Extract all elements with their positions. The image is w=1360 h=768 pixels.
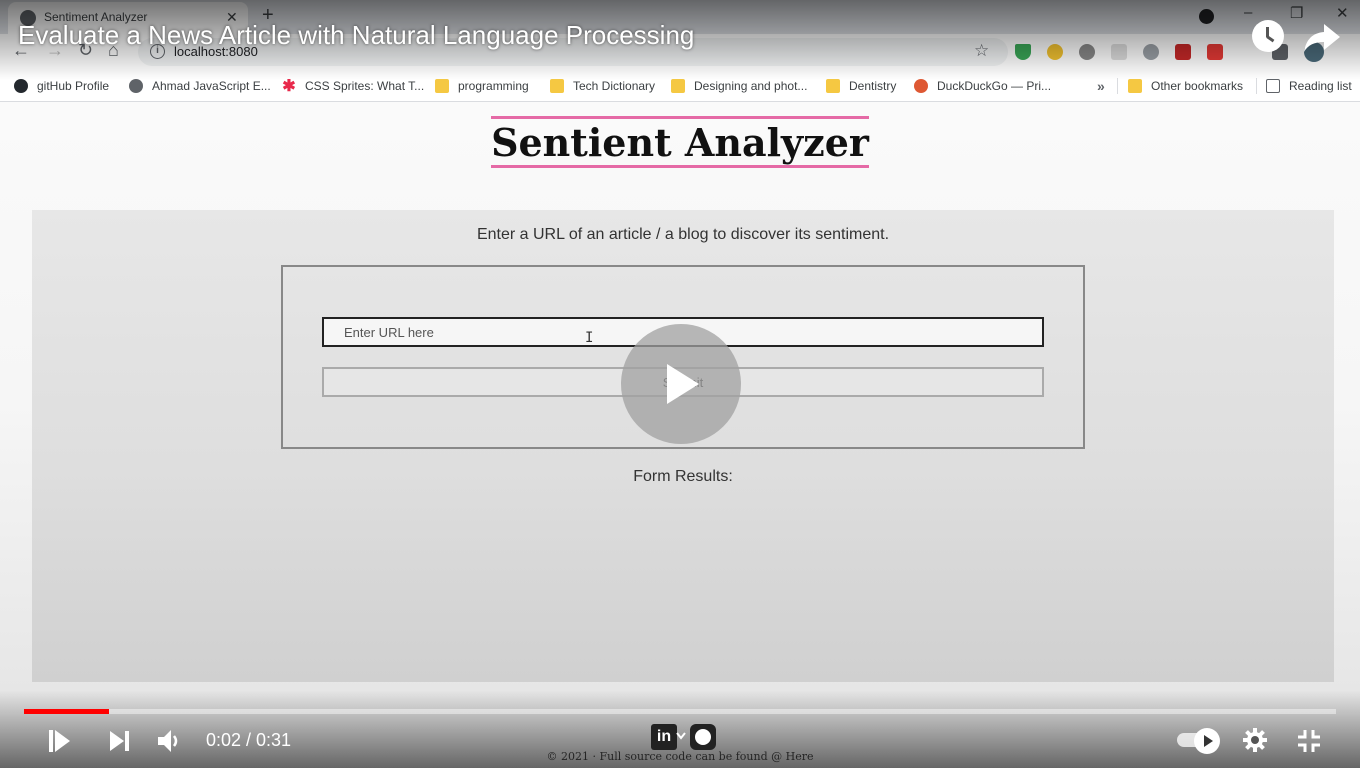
bookmarks-divider [1256,78,1257,94]
time-display: 0:02 / 0:31 [206,730,292,750]
duckduckgo-icon [914,79,928,93]
autoplay-play-icon[interactable] [1194,728,1220,754]
other-bookmarks[interactable]: Other bookmarks [1128,77,1243,95]
chevron-down-icon[interactable] [676,732,686,740]
page-title-text: Sentient Analyzer [491,116,869,168]
form-results-label: Form Results: [633,468,733,485]
bookmark-item[interactable]: programming [435,77,529,95]
video-title[interactable]: Evaluate a News Article with Natural Lan… [18,20,694,51]
extension-icon[interactable] [1143,44,1159,60]
bookmark-item[interactable]: ✱ CSS Sprites: What T... [282,77,424,95]
bookmarks-bar: gitHub Profile Ahmad JavaScript E... ✱ C… [0,70,1360,102]
progress-played [24,709,110,714]
more-bookmarks-icon[interactable]: » [1097,78,1105,94]
bookmark-item[interactable]: Tech Dictionary [550,77,655,95]
github-icon[interactable] [690,724,716,750]
folder-icon [550,79,564,93]
instruction-text: Enter a URL of an article / a blog to di… [476,226,890,243]
bookmark-star-icon[interactable]: ☆ [974,41,989,61]
reading-list-icon [1266,79,1280,93]
folder-icon [671,79,685,93]
page-title: Sentient Analyzer [0,116,1360,168]
folder-icon [1128,79,1142,93]
bookmarks-divider [1117,78,1118,94]
extension-icon[interactable] [1175,44,1191,60]
big-play-button[interactable] [621,324,741,444]
bookmark-item[interactable]: Dentistry [826,77,896,95]
globe-icon [129,79,143,93]
extension-icon[interactable] [1047,44,1063,60]
bookmark-item[interactable]: Ahmad JavaScript E... [129,77,271,95]
footer-note: © 2021 · Full source code can be found @… [546,750,814,763]
profile-indicator-icon[interactable] [1199,9,1214,24]
folder-icon [435,79,449,93]
folder-icon [826,79,840,93]
browser-chrome: Sentiment Analyzer ✕ + – ❐ ✕ ← → ↻ ⌂ i l… [0,0,1360,102]
exit-fullscreen-icon[interactable] [1296,728,1322,754]
asterisk-icon: ✱ [282,78,296,95]
extension-icon[interactable] [1111,44,1127,60]
reading-list[interactable]: Reading list [1266,77,1352,95]
text-cursor-icon: I [585,330,594,346]
shield-extension-icon[interactable] [1015,44,1031,60]
bookmark-item[interactable]: DuckDuckGo — Pri... [914,77,1051,95]
share-icon[interactable] [1302,20,1342,56]
github-icon [14,79,28,93]
linkedin-icon[interactable]: in [651,724,677,750]
progress-bar[interactable] [24,709,1336,714]
volume-icon[interactable] [156,728,184,754]
play-icon[interactable] [46,728,72,754]
next-icon[interactable] [108,729,132,753]
settings-gear-icon[interactable] [1242,727,1268,753]
extension-icon[interactable] [1207,44,1223,60]
bookmark-item[interactable]: Designing and phot... [671,77,807,95]
minimize-icon[interactable]: – [1244,4,1252,21]
watch-later-icon[interactable] [1252,20,1284,52]
content-panel: Enter a URL of an article / a blog to di… [32,210,1334,682]
extension-icon[interactable] [1079,44,1095,60]
bookmark-item[interactable]: gitHub Profile [14,77,109,95]
